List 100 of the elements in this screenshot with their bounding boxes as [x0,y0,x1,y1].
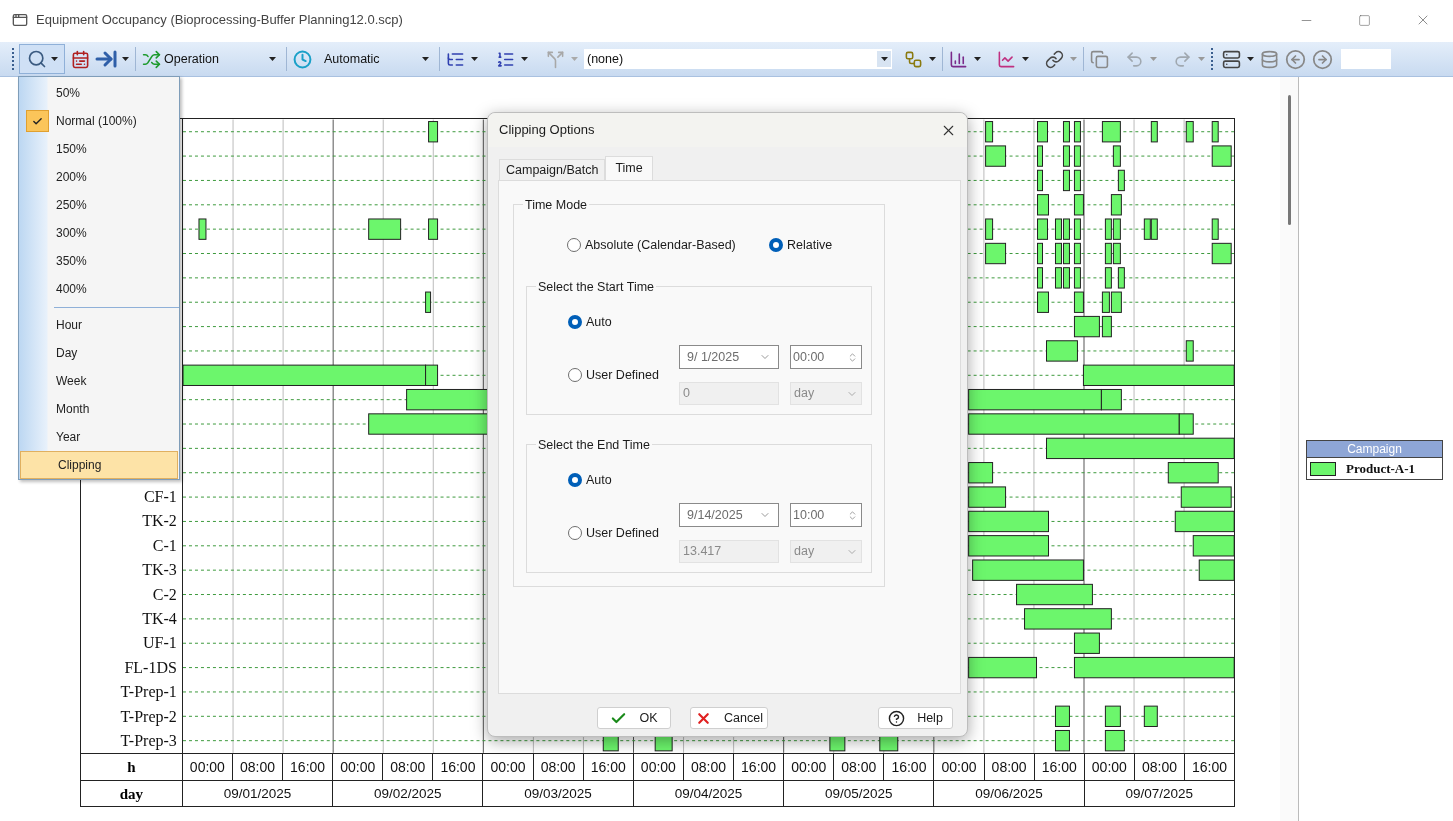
copy-icon[interactable] [1090,49,1109,69]
gantt-bar[interactable] [1167,462,1219,484]
gantt-bar[interactable] [1054,730,1070,752]
gantt-bar[interactable] [1062,169,1070,192]
gantt-bar[interactable] [967,510,1049,533]
gantt-bar[interactable] [1185,121,1194,143]
gantt-bar[interactable] [1073,291,1084,313]
gantt-bar[interactable] [1117,169,1125,192]
date-picker[interactable]: 9/ 1/2025 [679,345,779,369]
tab[interactable]: Campaign/Batch [499,159,606,180]
menu-item[interactable]: Normal (100%) [19,107,179,135]
gantt-bar[interactable] [1211,121,1219,143]
time-mode-dropdown[interactable]: Automatic [293,49,433,69]
line-chart-icon[interactable] [997,49,1016,69]
caret-icon[interactable] [50,57,58,61]
gantt-bar[interactable] [1101,315,1112,338]
caret-icon[interactable] [422,57,429,61]
menu-item[interactable]: 300% [19,219,179,247]
gantt-bar[interactable] [1112,145,1121,167]
filter-dropdown[interactable]: (none) [584,49,892,69]
toolbar-grip-icon[interactable] [1211,47,1214,71]
gantt-bar[interactable] [1062,218,1070,240]
menu-item[interactable]: 50% [19,79,179,107]
caret-icon[interactable] [1022,57,1029,61]
gantt-chart-icon[interactable] [71,49,90,69]
gantt-bar[interactable] [1073,656,1234,679]
gantt-bar[interactable] [1211,242,1232,265]
zoom-button[interactable] [19,44,65,74]
gantt-bar[interactable] [424,291,431,313]
gantt-bar[interactable] [1073,121,1081,143]
gantt-bar[interactable] [1045,340,1078,362]
link-icon[interactable] [1045,49,1064,69]
gantt-bar[interactable] [1045,437,1234,460]
radio-button[interactable]: Relative [769,237,833,253]
cancel-button[interactable]: Cancel [690,707,768,729]
gantt-bar[interactable] [1117,267,1125,289]
menu-item[interactable]: 400% [19,275,179,303]
caret-icon[interactable] [122,57,129,61]
toolbar-grip-icon[interactable] [12,47,15,71]
gantt-bar[interactable] [1036,169,1043,192]
gantt-bar[interactable] [1150,218,1158,240]
gantt-bar[interactable] [984,145,1006,167]
gantt-bar[interactable] [1073,169,1081,192]
gantt-bar[interactable] [1104,242,1112,265]
back-icon[interactable] [1285,48,1306,70]
radio-button[interactable]: User Defined [568,367,679,383]
gantt-bar[interactable] [1143,218,1151,240]
gantt-bar[interactable] [1150,121,1158,143]
radio-button[interactable]: User Defined [568,525,679,541]
menu-item[interactable]: Hour [19,311,179,339]
caret-icon[interactable] [929,57,936,61]
gantt-bar[interactable] [1101,121,1121,143]
gantt-bar[interactable] [971,559,1084,581]
gantt-bar[interactable] [1104,267,1112,289]
caret-icon[interactable] [974,57,981,61]
gantt-bar[interactable] [1054,267,1062,289]
gantt-bar[interactable] [1036,267,1043,289]
gantt-bar[interactable] [1036,121,1048,143]
gantt-bar[interactable] [1192,535,1234,557]
caret-icon[interactable] [471,57,478,61]
menu-item[interactable]: 200% [19,163,179,191]
gantt-bar[interactable] [1112,242,1121,265]
gantt-bar[interactable] [1073,267,1081,289]
gantt-bar[interactable] [967,389,1102,411]
gantt-bar[interactable] [1054,242,1062,265]
gantt-bar[interactable] [427,218,438,240]
gantt-bar[interactable] [1198,559,1234,581]
gantt-bar[interactable] [1112,218,1121,240]
gantt-bar[interactable] [1062,242,1070,265]
caret-icon[interactable] [521,57,528,61]
hierarchy-icon[interactable] [904,49,923,69]
gantt-bar[interactable] [1101,291,1110,313]
gantt-bar[interactable] [984,121,993,143]
gantt-bar[interactable] [1036,291,1049,313]
menu-item[interactable]: Year [19,423,179,451]
gantt-bar[interactable] [1211,218,1219,240]
gantt-bar[interactable] [198,218,207,240]
ok-button[interactable]: OK [597,707,671,729]
gantt-bar[interactable] [1023,608,1112,630]
gantt-bar[interactable] [1054,705,1070,727]
gantt-bar[interactable] [182,364,426,386]
gantt-bar[interactable] [1036,194,1049,216]
menu-item[interactable]: 250% [19,191,179,219]
gantt-bar[interactable] [967,656,1037,679]
gantt-bar[interactable] [984,218,993,240]
gantt-bar[interactable] [1100,389,1122,411]
bar-chart-icon[interactable] [949,49,968,69]
caret-icon[interactable] [1247,57,1254,61]
help-button[interactable]: Help [878,707,953,729]
gantt-bar[interactable] [1104,218,1112,240]
gantt-bar[interactable] [1082,364,1234,386]
server-icon[interactable] [1222,49,1241,69]
radio-button[interactable]: Auto [568,472,871,488]
vertical-scrollbar[interactable] [1280,77,1298,821]
gantt-bar[interactable] [405,389,488,411]
gantt-bar[interactable] [1104,730,1125,752]
gantt-bar[interactable] [1174,510,1234,533]
caret-icon[interactable] [269,57,276,61]
gantt-bar[interactable] [1062,121,1070,143]
gantt-bar[interactable] [1015,583,1093,606]
